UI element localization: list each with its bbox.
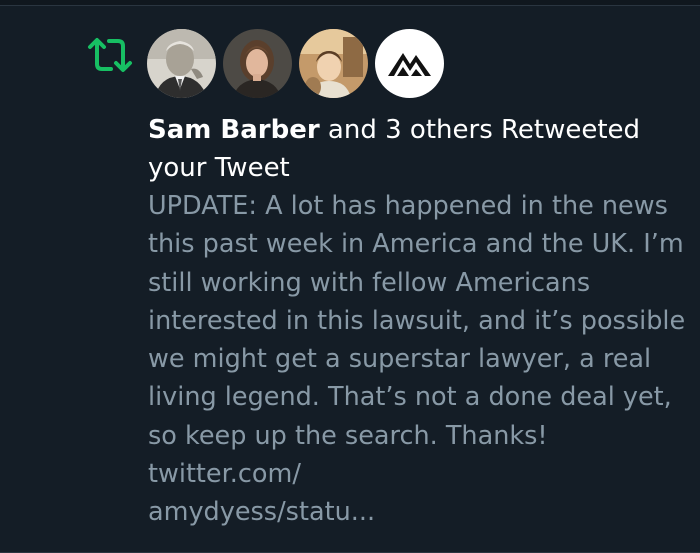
- avatar-woman-photo[interactable]: [223, 29, 292, 98]
- tweet-text[interactable]: UPDATE: A lot has happened in the news t…: [148, 187, 688, 532]
- retweet-notification[interactable]: Sam Barber and 3 others Retweeted your T…: [0, 6, 700, 552]
- avatar-old-man-photo[interactable]: [147, 29, 216, 98]
- avatar-mountain-logo[interactable]: [375, 29, 444, 98]
- notification-headline: Sam Barber and 3 others Retweeted your T…: [148, 111, 688, 187]
- avatar-group: [147, 29, 444, 98]
- avatar-child-photo[interactable]: [299, 29, 368, 98]
- retweet-icon: [88, 38, 132, 72]
- notification-content: Sam Barber and 3 others Retweeted your T…: [148, 111, 688, 532]
- actor-name-link[interactable]: Sam Barber: [148, 115, 320, 145]
